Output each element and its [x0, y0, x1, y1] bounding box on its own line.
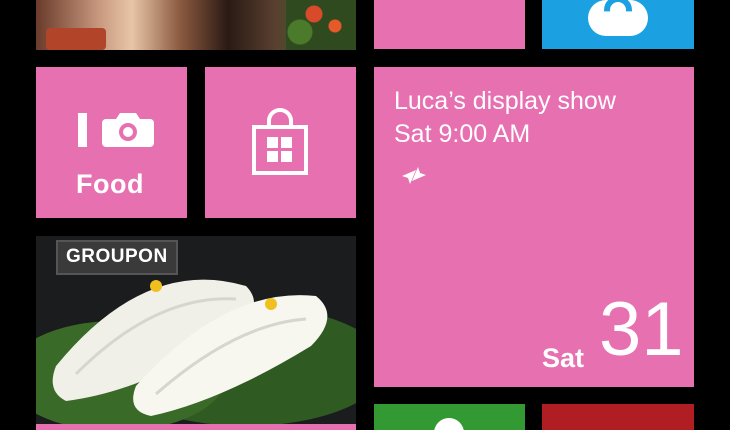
calendar-event-time: Sat 9:00 AM [394, 120, 531, 148]
reminder-arrows-icon [396, 163, 434, 187]
calendar-date: 31 [599, 287, 684, 372]
shopping-bag-icon [252, 108, 308, 175]
app-tile-bottom-green[interactable] [374, 404, 525, 430]
groupon-tile[interactable]: GROUPON [36, 236, 356, 430]
app-tile-top[interactable] [374, 0, 525, 49]
camera-icon [78, 113, 154, 147]
skype-tile[interactable] [542, 0, 694, 49]
calendar-day-name: Sat [542, 343, 585, 373]
start-screen: Food Luca’s display show Sat 9:00 AM Sat… [0, 0, 730, 430]
calendar-event-title: Luca’s display show [394, 87, 616, 115]
skype-icon [588, 0, 648, 36]
app-icon [434, 418, 464, 430]
photo-detail [46, 28, 106, 50]
ifood-tile[interactable]: Food [36, 67, 187, 218]
calendar-tile[interactable]: Luca’s display show Sat 9:00 AM Sat 31 [374, 67, 694, 387]
ifood-label: Food [76, 169, 144, 199]
photo-flowers [286, 0, 356, 50]
store-tile[interactable] [205, 67, 356, 218]
app-tile-bottom-red[interactable] [542, 404, 694, 430]
app-tile-bottom-left[interactable] [36, 424, 356, 430]
groupon-badge: GROUPON [56, 240, 178, 275]
calendar-event: Luca’s display show Sat 9:00 AM [394, 85, 616, 151]
photos-tile[interactable] [36, 0, 356, 50]
